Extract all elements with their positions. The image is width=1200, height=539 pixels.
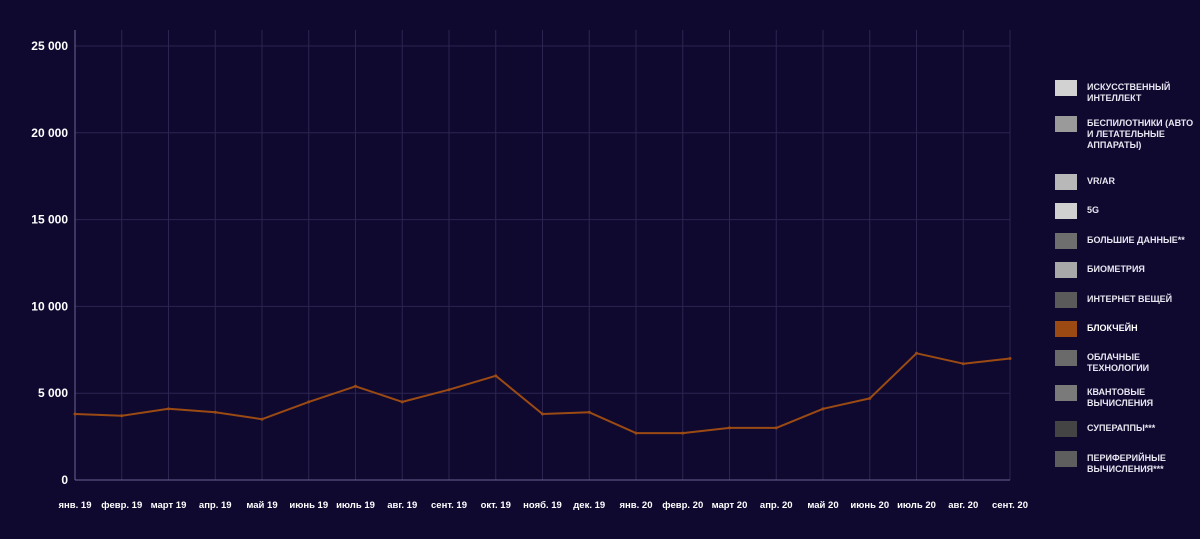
legend-label: СУПЕРАППЫ***	[1087, 423, 1156, 433]
legend-swatch	[1055, 451, 1077, 467]
y-tick-label: 0	[61, 473, 68, 487]
line-chart: 0 5 000 10 000 15 000 20 000 25 000 янв. 19 фе…	[31, 30, 1028, 511]
data-point	[634, 431, 638, 435]
y-tick-label: 5 000	[38, 386, 68, 400]
data-point	[307, 400, 311, 404]
legend-item[interactable]: ИСКУССТВЕННЫЙ ИНТЕЛЛЕКТ	[1055, 80, 1200, 104]
data-point	[961, 362, 965, 366]
legend-label: БИОМЕТРИЯ	[1087, 264, 1145, 274]
x-tick-label: авг. 19	[387, 500, 417, 511]
y-tick-label: 10 000	[31, 299, 68, 313]
legend-label: БОЛЬШИЕ ДАННЫЕ**	[1087, 235, 1185, 245]
data-point	[915, 351, 918, 355]
y-tick-label: 20 000	[31, 126, 68, 140]
legend-label: ИСКУССТВЕННЫЙ ИНТЕЛЛЕКТ	[1087, 82, 1171, 103]
y-tick-label: 25 000	[31, 39, 68, 53]
x-tick-label: нояб. 19	[523, 500, 562, 511]
x-tick-label: март 20	[712, 500, 748, 511]
data-point	[167, 407, 170, 411]
data-point	[494, 374, 498, 378]
legend-swatch	[1055, 321, 1077, 337]
x-tick-label: июль 19	[336, 500, 375, 511]
legend-label: БЕСПИЛОТНИКИ (АВТО И ЛЕТАТЕЛЬНЫЕ АППАРАТ…	[1087, 118, 1194, 150]
legend-swatch	[1055, 80, 1077, 96]
legend-item[interactable]: БЕСПИЛОТНИКИ (АВТО И ЛЕТАТЕЛЬНЫЕ АППАРАТ…	[1055, 116, 1200, 151]
legend-label: ОБЛАЧНЫЕ ТЕХНОЛОГИИ	[1087, 352, 1150, 373]
x-tick-label: март 19	[151, 500, 187, 511]
data-point	[73, 412, 77, 416]
x-tick-label: февр. 20	[662, 500, 703, 511]
legend-label: БЛОКЧЕЙН	[1087, 323, 1138, 333]
x-tick-label: апр. 20	[760, 500, 793, 511]
legend-swatch	[1055, 421, 1077, 437]
legend-item[interactable]: БИОМЕТРИЯ	[1055, 262, 1200, 278]
x-tick-label: окт. 19	[481, 500, 511, 511]
data-point	[868, 396, 872, 400]
legend-swatch	[1055, 262, 1077, 278]
legend-label: VR/AR	[1087, 176, 1116, 186]
x-tick-label: янв. 20	[620, 500, 653, 511]
data-point	[587, 410, 591, 414]
legend-swatch	[1055, 385, 1077, 401]
x-tick-label: июнь 20	[850, 500, 889, 511]
data-point	[447, 388, 451, 392]
data-point	[120, 414, 124, 418]
y-axis-ticks: 0 5 000 10 000 15 000 20 000 25 000	[31, 39, 68, 487]
x-tick-label: янв. 19	[59, 500, 92, 511]
legend-label: ИНТЕРНЕТ ВЕЩЕЙ	[1087, 294, 1173, 304]
data-point	[260, 417, 264, 421]
legend-swatch	[1055, 116, 1077, 132]
data-point	[354, 384, 357, 388]
legend-item[interactable]: ИНТЕРНЕТ ВЕЩЕЙ	[1055, 292, 1200, 308]
legend-swatch	[1055, 174, 1077, 190]
legend-swatch	[1055, 203, 1077, 219]
x-tick-label: дек. 19	[573, 500, 605, 511]
data-point	[213, 410, 217, 414]
legend-swatch	[1055, 292, 1077, 308]
legend-label: 5G	[1087, 205, 1100, 215]
data-point	[541, 412, 544, 416]
x-tick-label: апр. 19	[199, 500, 232, 511]
data-point	[400, 400, 404, 404]
y-tick-label: 15 000	[31, 213, 68, 227]
data-point	[728, 426, 731, 430]
legend-swatch	[1055, 350, 1077, 366]
data-point	[1008, 356, 1012, 360]
x-tick-label: июль 20	[897, 500, 936, 511]
x-tick-label: авг. 20	[948, 500, 978, 511]
x-tick-label: май 20	[807, 500, 838, 511]
legend-item[interactable]: ПЕРИФЕРИЙНЫЕ ВЫЧИСЛЕНИЯ***	[1055, 451, 1200, 475]
legend-item[interactable]: СУПЕРАППЫ***	[1055, 421, 1200, 437]
legend-label: ПЕРИФЕРИЙНЫЕ ВЫЧИСЛЕНИЯ***	[1087, 453, 1166, 474]
legend-swatch	[1055, 233, 1077, 249]
x-tick-label: сент. 19	[431, 500, 467, 511]
legend-item[interactable]: БЛОКЧЕЙН	[1055, 321, 1200, 337]
data-point	[821, 407, 825, 411]
x-axis-ticks: янв. 19 февр. 19 март 19 апр. 19 май 19 июнь …	[59, 500, 1028, 511]
data-point	[681, 431, 685, 435]
legend-label: КВАНТОВЫЕ ВЫЧИСЛЕНИЯ	[1087, 387, 1154, 408]
legend-item[interactable]: КВАНТОВЫЕ ВЫЧИСЛЕНИЯ	[1055, 385, 1200, 409]
legend-item[interactable]: VR/AR	[1055, 174, 1200, 190]
legend-item[interactable]: 5G	[1055, 203, 1200, 219]
x-tick-label: май 19	[246, 500, 277, 511]
x-tick-label: июнь 19	[289, 500, 328, 511]
legend-item[interactable]: БОЛЬШИЕ ДАННЫЕ**	[1055, 233, 1200, 249]
legend-item[interactable]: ОБЛАЧНЫЕ ТЕХНОЛОГИИ	[1055, 350, 1200, 374]
x-tick-label: февр. 19	[101, 500, 142, 511]
x-tick-label: сент. 20	[992, 500, 1028, 511]
data-point	[774, 426, 778, 430]
